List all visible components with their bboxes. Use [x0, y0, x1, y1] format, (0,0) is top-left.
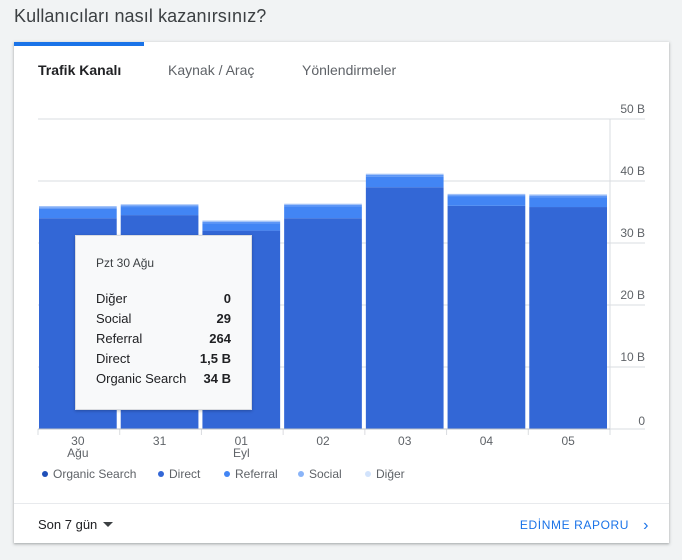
- tooltip-series-name: Organic Search: [96, 371, 187, 386]
- legend-item-direct[interactable]: Direct: [158, 467, 200, 481]
- bar-segment: [202, 221, 281, 224]
- bar-segment: [365, 174, 444, 177]
- bar-segment: [120, 205, 199, 208]
- bar-segment: [365, 173, 444, 175]
- x-tick-label: 03: [398, 434, 412, 448]
- legend-dot: [365, 470, 371, 477]
- bar-segment: [365, 187, 444, 429]
- tooltip-series-value: 34 B: [203, 371, 231, 386]
- tooltip-series-value: 1,5 B: [199, 351, 231, 366]
- y-tick-label: 50 B: [620, 102, 645, 116]
- legend-item-referral[interactable]: Referral: [224, 467, 278, 481]
- bar-segment: [284, 206, 362, 219]
- legend-dot: [158, 470, 164, 477]
- date-range-label: Son 7 gün: [38, 517, 98, 532]
- bar-segment: [284, 218, 362, 429]
- x-tick-label: 04: [480, 434, 494, 448]
- legend-label: Diğer: [376, 467, 405, 481]
- x-tick-label: Ağu: [67, 446, 88, 460]
- bar-segment: [529, 207, 607, 429]
- legend-dot: [224, 470, 230, 477]
- x-tick-label: 05: [561, 434, 575, 448]
- bar-segment: [365, 176, 444, 188]
- date-range-dropdown[interactable]: Son 7 gün: [38, 517, 114, 532]
- tooltip-series-value: 0: [223, 291, 231, 306]
- tooltip-row: Social 29: [96, 311, 231, 329]
- tooltip-series-name: Diğer: [96, 291, 128, 306]
- bar-segment: [202, 223, 281, 231]
- bar-segment: [529, 197, 607, 208]
- legend-dot: [298, 470, 304, 477]
- bar-segment: [202, 220, 281, 222]
- bar-segment: [529, 195, 607, 198]
- tooltip-row: Referral 264: [96, 331, 231, 349]
- tooltip-series-value: 29: [216, 311, 231, 326]
- bar-segment: [284, 204, 362, 207]
- acquisition-card: Trafik Kanalı Kaynak / Araç Yönlendirmel…: [14, 42, 669, 543]
- caret-down-icon: [103, 522, 114, 528]
- bar-segment: [39, 206, 117, 208]
- chevron-right-icon: ›: [643, 517, 649, 534]
- footer-divider: [14, 503, 669, 504]
- bar-segment: [447, 195, 526, 197]
- acquisition-report-link[interactable]: EDİNME RAPORU ›: [520, 516, 649, 534]
- x-tick-label: 02: [316, 434, 330, 448]
- y-tick-label: 10 B: [620, 350, 645, 364]
- legend-item-social[interactable]: Social: [298, 467, 342, 481]
- tooltip-series-name: Referral: [96, 331, 143, 346]
- bar-segment: [447, 196, 526, 206]
- tooltip-title: Pzt 30 Ağu: [96, 256, 155, 270]
- bar-segment: [447, 193, 526, 196]
- legend-dot: [42, 470, 48, 477]
- bar-segment: [120, 204, 199, 206]
- page-title: Kullanıcıları nasıl kazanırsınız?: [14, 6, 267, 26]
- bar-segment: [284, 203, 362, 205]
- tooltip-row: Direct 1,5 B: [96, 351, 231, 369]
- tooltip-row: Diğer 0: [96, 291, 231, 309]
- tooltip-series-name: Direct: [96, 351, 130, 366]
- tooltip-series-name: Social: [96, 311, 132, 326]
- bar-segment: [529, 194, 607, 196]
- legend-label: Direct: [169, 467, 201, 481]
- bar-segment: [447, 205, 526, 429]
- legend-item-organic-search[interactable]: Organic Search: [42, 467, 136, 481]
- tooltip-row: Organic Search 34 B: [96, 371, 231, 389]
- report-link-label: EDİNME RAPORU: [519, 518, 630, 532]
- tooltip-series-value: 264: [209, 331, 231, 346]
- x-tick-label: 31: [153, 434, 167, 448]
- bar-segment: [120, 207, 199, 216]
- y-tick-label: 0: [638, 414, 645, 428]
- bar-segment: [39, 207, 117, 209]
- y-tick-label: 40 B: [620, 164, 645, 178]
- legend-label: Organic Search: [53, 467, 137, 481]
- chart-tooltip: Pzt 30 Ağu Diğer 0 Social 29 Referral 264 D…: [75, 235, 252, 410]
- y-tick-label: 30 B: [620, 226, 645, 240]
- legend-item-other[interactable]: Diğer: [365, 467, 405, 481]
- legend-label: Social: [309, 467, 342, 481]
- y-tick-label: 20 B: [620, 288, 645, 302]
- legend-label: Referral: [235, 467, 278, 481]
- bar-segment: [39, 208, 117, 219]
- x-tick-label: Eyl: [233, 446, 250, 460]
